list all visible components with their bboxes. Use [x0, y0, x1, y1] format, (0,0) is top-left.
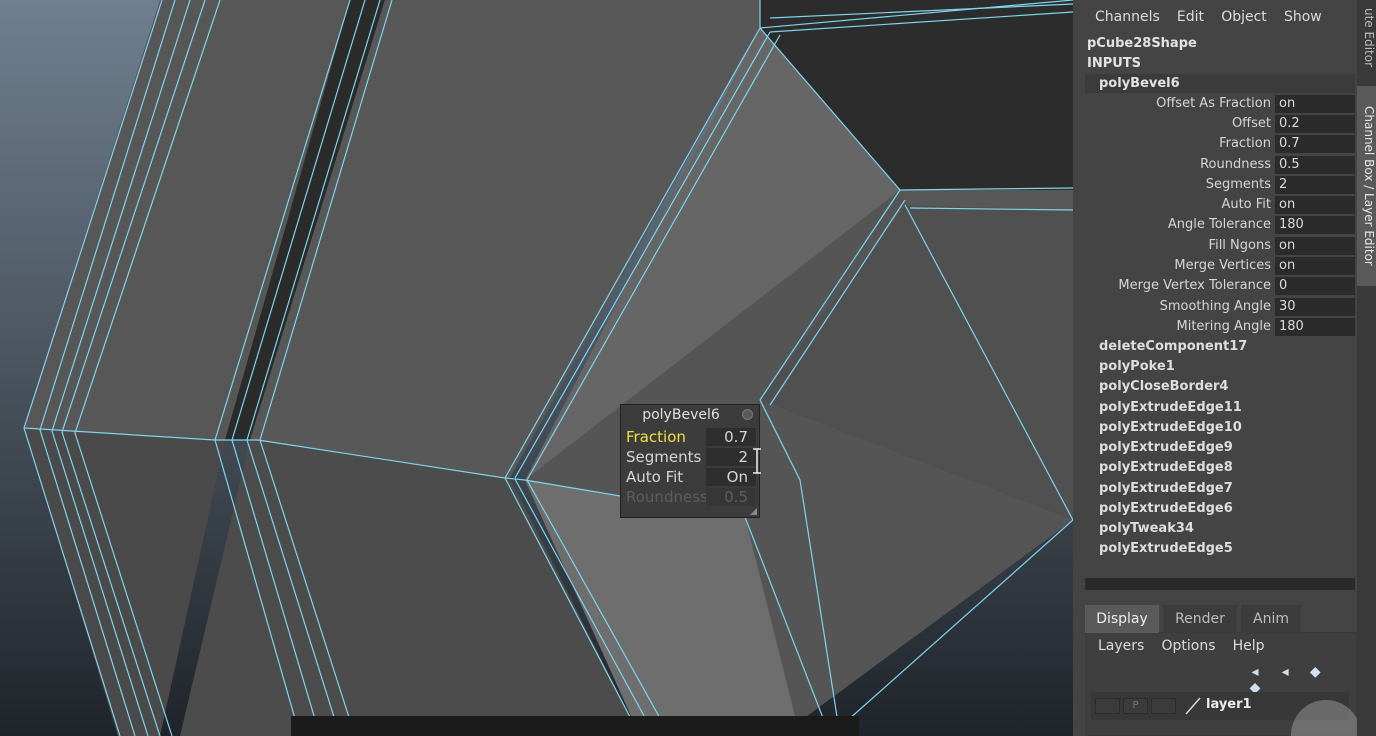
new-layer-icon[interactable]: ◆	[1305, 664, 1325, 680]
attr-row[interactable]: Mitering Angle 180	[1073, 317, 1355, 337]
channel-box-panel: Channels Edit Object Show pCube28Shape I…	[1073, 0, 1376, 736]
tab-anim[interactable]: Anim	[1241, 605, 1301, 633]
attr-row[interactable]: Offset As Fraction on	[1073, 94, 1355, 114]
side-tab-strip: ute Editor Channel Box / Layer Editor	[1357, 0, 1376, 736]
layer-toolbar: ◂ ◂ ◆ ◆	[1239, 664, 1349, 696]
inview-row-label: Auto Fit	[626, 468, 684, 486]
tab-display[interactable]: Display	[1085, 605, 1159, 633]
layer-visibility-toggle[interactable]	[1095, 698, 1120, 714]
attr-row[interactable]: Merge Vertex Tolerance 0	[1073, 276, 1355, 296]
inview-row-label: Segments	[626, 448, 702, 466]
history-node[interactable]: polyExtrudeEdge7	[1099, 479, 1233, 499]
inview-row-segments[interactable]: Segments 2	[626, 447, 756, 467]
tab-channel-box-layer-editor[interactable]: Channel Box / Layer Editor	[1357, 86, 1376, 286]
layer-name[interactable]: layer1	[1206, 697, 1252, 712]
inview-row-label: Roundness	[626, 488, 708, 506]
attr-row[interactable]: Segments 2	[1073, 175, 1355, 195]
shape-name[interactable]: pCube28Shape	[1087, 36, 1197, 51]
attr-label[interactable]: Fill Ngons	[1209, 236, 1271, 256]
attr-value[interactable]: 180	[1275, 318, 1355, 336]
channel-box-menubar: Channels Edit Object Show	[1095, 9, 1335, 27]
inview-row-value: 0.5	[706, 488, 756, 506]
inputs-label: INPUTS	[1087, 56, 1142, 71]
close-icon[interactable]	[742, 409, 753, 420]
layer-color-swatch-icon[interactable]	[1184, 696, 1202, 716]
history-node[interactable]: polyExtrudeEdge10	[1099, 418, 1242, 438]
attr-value[interactable]: 2	[1275, 176, 1355, 194]
attr-row[interactable]: Fill Ngons on	[1073, 236, 1355, 256]
history-node[interactable]: polyExtrudeEdge6	[1099, 499, 1233, 519]
attr-row[interactable]: Roundness 0.5	[1073, 155, 1355, 175]
inview-row-value[interactable]: 0.7	[706, 428, 756, 446]
attr-row[interactable]: Offset 0.2	[1073, 114, 1355, 134]
tab-render[interactable]: Render	[1163, 605, 1237, 633]
menu-layers[interactable]: Layers	[1098, 638, 1144, 654]
attr-label[interactable]: Roundness	[1200, 155, 1271, 175]
attr-label[interactable]: Smoothing Angle	[1160, 297, 1271, 317]
menu-help[interactable]: Help	[1233, 638, 1265, 654]
attr-row[interactable]: Auto Fit on	[1073, 195, 1355, 215]
attr-value[interactable]: on	[1275, 196, 1355, 214]
attr-label[interactable]: Fraction	[1219, 134, 1271, 154]
layer-playback-toggle[interactable]: P	[1123, 698, 1148, 714]
horizontal-scrollbar[interactable]	[1085, 578, 1355, 590]
inview-row-fraction[interactable]: Fraction 0.7	[626, 427, 756, 447]
attr-row[interactable]: Merge Vertices on	[1073, 256, 1355, 276]
subtitle-strip	[291, 716, 859, 736]
menu-channels[interactable]: Channels	[1095, 9, 1160, 25]
menu-edit[interactable]: Edit	[1177, 9, 1204, 25]
inview-row-roundness: Roundness 0.5	[626, 487, 756, 507]
layer-type-toggle[interactable]	[1151, 698, 1176, 714]
attr-row[interactable]: Smoothing Angle 30	[1073, 297, 1355, 317]
inview-row-label: Fraction	[626, 428, 686, 446]
menu-show[interactable]: Show	[1284, 9, 1322, 25]
inview-row-value[interactable]: On	[706, 468, 756, 486]
inview-row-auto-fit[interactable]: Auto Fit On	[626, 467, 756, 487]
attr-value[interactable]: 0.2	[1275, 115, 1355, 133]
attr-label[interactable]: Mitering Angle	[1177, 317, 1272, 337]
attr-value[interactable]: on	[1275, 95, 1355, 113]
menu-options[interactable]: Options	[1161, 638, 1215, 654]
history-node[interactable]: polyPoke1	[1099, 357, 1175, 377]
history-node[interactable]: polyExtrudeEdge9	[1099, 438, 1233, 458]
node-header-polybevel[interactable]: polyBevel6	[1085, 74, 1355, 93]
history-node[interactable]: polyExtrudeEdge11	[1099, 398, 1242, 418]
attr-value[interactable]: 30	[1275, 298, 1355, 316]
resize-grip-icon[interactable]	[750, 508, 757, 515]
attr-value[interactable]: 180	[1275, 216, 1355, 234]
history-node[interactable]: polyExtrudeEdge5	[1099, 539, 1233, 559]
move-layer-up-icon[interactable]: ◂	[1245, 664, 1265, 680]
mesh-wireframe[interactable]	[0, 0, 1073, 736]
inview-editor-title: polyBevel6	[642, 407, 720, 423]
history-node[interactable]: deleteComponent17	[1099, 337, 1247, 357]
history-node[interactable]: polyCloseBorder4	[1099, 377, 1228, 397]
viewport-3d[interactable]: polyBevel6 Fraction 0.7 Segments 2 Auto …	[0, 0, 1073, 736]
menu-object[interactable]: Object	[1221, 9, 1267, 25]
attr-value[interactable]: 0.7	[1275, 135, 1355, 153]
text-cursor-icon	[753, 448, 761, 474]
attr-label[interactable]: Merge Vertices	[1174, 256, 1271, 276]
layer-editor-menubar: Layers Options Help	[1098, 638, 1278, 654]
inview-row-value[interactable]: 2	[706, 448, 756, 466]
attr-value[interactable]: 0.5	[1275, 156, 1355, 174]
attr-label[interactable]: Angle Tolerance	[1168, 215, 1271, 235]
attr-value[interactable]: on	[1275, 257, 1355, 275]
tab-attribute-editor[interactable]: ute Editor	[1357, 0, 1376, 75]
history-node[interactable]: polyExtrudeEdge8	[1099, 458, 1233, 478]
attr-label[interactable]: Offset	[1232, 114, 1271, 134]
attr-row[interactable]: Fraction 0.7	[1073, 134, 1355, 154]
history-node[interactable]: polyTweak34	[1099, 519, 1194, 539]
attr-row[interactable]: Angle Tolerance 180	[1073, 215, 1355, 235]
attr-value[interactable]: on	[1275, 237, 1355, 255]
attr-label[interactable]: Auto Fit	[1221, 195, 1271, 215]
attr-value[interactable]: 0	[1275, 277, 1355, 295]
attr-label[interactable]: Segments	[1206, 175, 1271, 195]
move-layer-down-icon[interactable]: ◂	[1275, 664, 1295, 680]
inview-editor[interactable]: polyBevel6 Fraction 0.7 Segments 2 Auto …	[620, 404, 760, 518]
attr-label[interactable]: Offset As Fraction	[1156, 94, 1271, 114]
attr-label[interactable]: Merge Vertex Tolerance	[1118, 276, 1271, 296]
